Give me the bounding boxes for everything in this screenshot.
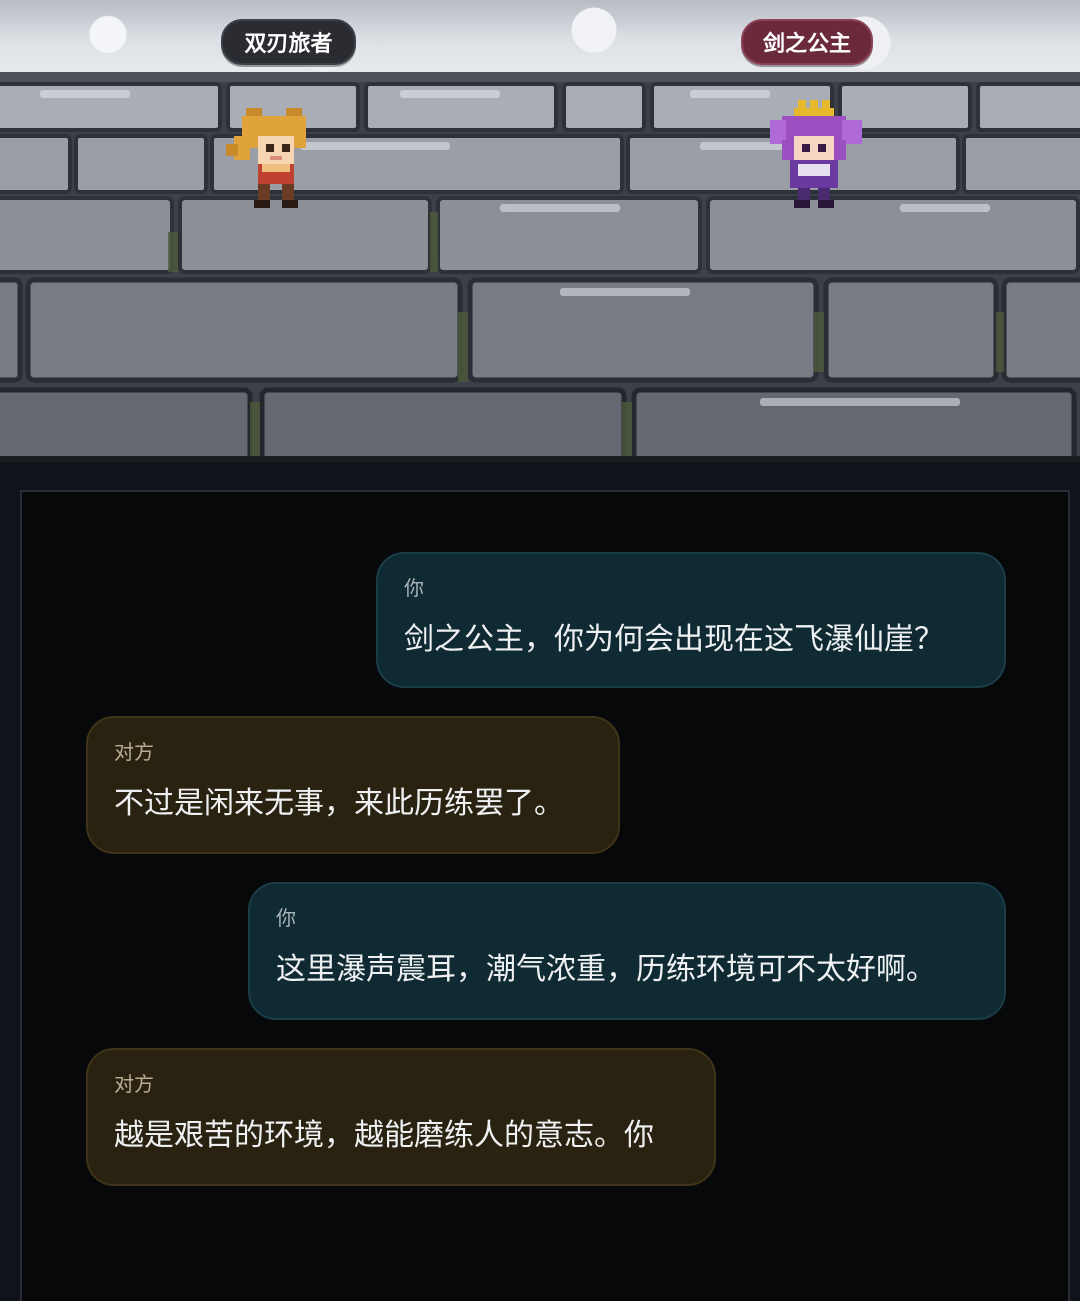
dialogue-bubble-other: 对方 不过是闲来无事，来此历练罢了。 bbox=[86, 716, 620, 854]
npc-name-tag: 剑之公主 bbox=[741, 19, 873, 65]
dialogue-text: 剑之公主，你为何会出现在这飞瀑仙崖？ bbox=[404, 622, 944, 657]
player-name-tag: 双刃旅者 bbox=[221, 19, 356, 65]
dialogue-text: 越是艰苦的环境，越能磨练人的意志。你 bbox=[114, 1118, 654, 1153]
dialogue-bubble-you: 你 这里瀑声震耳，潮气浓重，历练环境可不太好啊。 bbox=[248, 882, 1006, 1020]
player-character-sprite[interactable] bbox=[226, 104, 322, 208]
speaker-label: 你 bbox=[276, 906, 296, 930]
speaker-label: 对方 bbox=[114, 1072, 154, 1096]
game-scene bbox=[0, 0, 1080, 462]
stone-brick-floor bbox=[0, 82, 1080, 462]
dialogue-bubble-you: 你 剑之公主，你为何会出现在这飞瀑仙崖？ bbox=[376, 552, 1006, 688]
dialogue-text: 这里瀑声震耳，潮气浓重，历练环境可不太好啊。 bbox=[276, 952, 936, 987]
speaker-label: 对方 bbox=[114, 740, 154, 764]
speaker-label: 你 bbox=[404, 576, 424, 600]
npc-character-sprite[interactable] bbox=[766, 100, 866, 208]
dialogue-bubble-other: 对方 越是艰苦的环境，越能磨练人的意志。你 bbox=[86, 1048, 716, 1186]
dialogue-text: 不过是闲来无事，来此历练罢了。 bbox=[114, 786, 564, 821]
wall-ledge bbox=[0, 72, 1080, 82]
